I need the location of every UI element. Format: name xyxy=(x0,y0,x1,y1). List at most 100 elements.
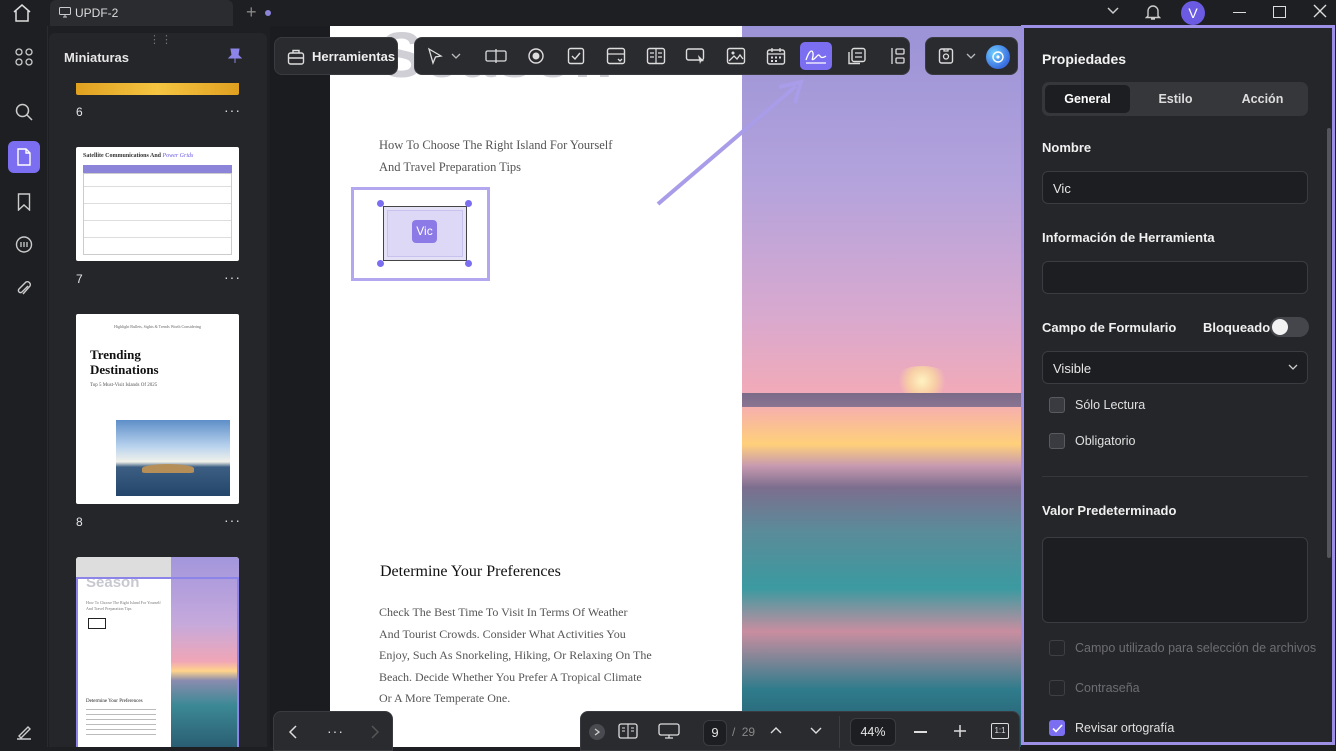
resize-handle[interactable] xyxy=(377,260,384,267)
attachment-icon[interactable] xyxy=(8,273,40,305)
page-up-icon[interactable] xyxy=(770,726,782,734)
section-heading: Determine Your Preferences xyxy=(380,563,561,580)
collapse-arrow-icon[interactable] xyxy=(589,724,605,740)
toolbox-icon xyxy=(287,48,305,66)
chevron-down-icon[interactable] xyxy=(1106,6,1120,16)
page-subtitle-line1: How To Choose The Right Island For Yours… xyxy=(379,138,613,152)
field-name-badge: Vic xyxy=(412,220,437,243)
tab-style[interactable]: Estilo xyxy=(1133,85,1218,113)
page-number-input[interactable]: 9 xyxy=(703,720,727,746)
next-arrow-icon[interactable] xyxy=(370,725,380,739)
thumb7-table xyxy=(83,173,232,255)
thumb8-title-line1: Trending xyxy=(90,347,141,362)
zoom-out-button[interactable] xyxy=(914,731,927,733)
close-button[interactable] xyxy=(1313,4,1327,18)
unsaved-dot-icon xyxy=(265,10,271,16)
default-value-label: Valor Predeterminado xyxy=(1042,503,1177,518)
tooltip-input[interactable] xyxy=(1042,261,1308,294)
minimize-button[interactable] xyxy=(1233,12,1246,13)
zoom-in-button[interactable] xyxy=(953,724,967,738)
more-button[interactable]: ··· xyxy=(327,723,344,739)
image-field-icon[interactable] xyxy=(722,42,750,70)
tools-button[interactable]: Herramientas xyxy=(274,37,398,75)
monitor-icon xyxy=(59,7,71,18)
resize-handle[interactable] xyxy=(377,200,384,207)
required-checkbox[interactable] xyxy=(1049,433,1065,449)
spellcheck-checkbox[interactable] xyxy=(1049,720,1065,736)
thumbnail-more-button[interactable]: ··· xyxy=(224,269,241,285)
resize-handle[interactable] xyxy=(465,260,472,267)
list-box-icon[interactable] xyxy=(642,42,670,70)
thumbnail-page-7[interactable]: Satellite Communications And Power Grids xyxy=(76,147,239,261)
pin-icon[interactable] xyxy=(228,48,242,64)
ai-assistant-icon[interactable] xyxy=(986,45,1010,69)
section-paragraph: Check The Best Time To Visit In Terms Of… xyxy=(379,602,679,710)
bell-icon[interactable] xyxy=(1145,3,1161,21)
paragraph-line: Check The Best Time To Visit In Terms Of… xyxy=(379,605,628,619)
thumbnail-more-button[interactable]: ··· xyxy=(224,512,241,528)
thumbnails-page-icon[interactable] xyxy=(8,141,40,173)
previous-arrow-icon[interactable] xyxy=(288,725,298,739)
select-cursor-icon[interactable] xyxy=(421,42,449,70)
signature-field[interactable]: Vic xyxy=(383,206,467,261)
combo-box-icon[interactable] xyxy=(602,42,630,70)
readonly-checkbox[interactable] xyxy=(1049,397,1065,413)
home-icon[interactable] xyxy=(12,4,32,22)
actual-size-button[interactable]: 1:1 xyxy=(991,723,1009,739)
readonly-label: Sólo Lectura xyxy=(1075,398,1146,412)
zoom-level-input[interactable]: 44% xyxy=(850,718,896,746)
search-icon[interactable] xyxy=(8,96,40,128)
tooltip-label: Información de Herramienta xyxy=(1042,230,1215,245)
thumbnail-page-9[interactable]: Season How To Choose The Right Island Fo… xyxy=(76,557,239,747)
maximize-button[interactable] xyxy=(1273,6,1286,18)
file-select-checkbox[interactable] xyxy=(1049,640,1065,656)
password-checkbox[interactable] xyxy=(1049,680,1065,696)
signature-field-icon[interactable] xyxy=(800,42,832,70)
tab-action[interactable]: Acción xyxy=(1220,85,1305,113)
visibility-select[interactable]: Visible xyxy=(1042,351,1308,384)
locked-toggle[interactable] xyxy=(1270,317,1309,337)
properties-title: Propiedades xyxy=(1042,51,1127,67)
checkbox-icon[interactable] xyxy=(562,42,590,70)
thumbnail-panel: ⋮⋮ Miniaturas 6 ··· Satellite Communicat… xyxy=(49,33,267,747)
page-number: 6 xyxy=(76,105,83,119)
duplicate-field-icon[interactable] xyxy=(843,42,871,70)
comment-icon[interactable] xyxy=(8,229,40,261)
title-bar: UPDF-2 + V xyxy=(0,0,1336,26)
name-input[interactable]: Vic xyxy=(1042,171,1308,204)
radio-button-icon[interactable] xyxy=(522,42,550,70)
resize-handle[interactable] xyxy=(465,200,472,207)
thumbnail-page-6[interactable] xyxy=(76,83,239,95)
apps-grid-icon[interactable] xyxy=(8,41,40,73)
thumbnail-page-8[interactable]: Highlight Bullets, Sights & Trends Worth… xyxy=(76,314,239,504)
island-silhouette xyxy=(742,393,1021,407)
new-tab-button[interactable]: + xyxy=(246,2,257,23)
date-field-icon[interactable] xyxy=(762,42,790,70)
thumbnails-title: Miniaturas xyxy=(64,50,130,65)
bookmark-icon[interactable] xyxy=(8,186,40,218)
left-rail xyxy=(0,26,48,747)
divider xyxy=(1042,476,1308,477)
thumb9-viewport-frame xyxy=(76,577,239,747)
panel-drag-handle[interactable]: ⋮⋮ xyxy=(149,33,173,46)
edit-sign-icon[interactable] xyxy=(8,716,40,748)
signature-field-selection[interactable]: Vic xyxy=(351,187,490,281)
required-label: Obligatorio xyxy=(1075,434,1136,448)
thumbnail-more-button[interactable]: ··· xyxy=(224,102,241,118)
button-field-icon[interactable] xyxy=(682,42,710,70)
page-down-icon[interactable] xyxy=(810,727,822,735)
default-value-textarea[interactable] xyxy=(1042,537,1308,623)
chevron-down-icon[interactable] xyxy=(966,52,976,60)
align-fields-icon[interactable] xyxy=(883,42,911,70)
tab-general[interactable]: General xyxy=(1045,85,1130,113)
ocr-scan-icon[interactable] xyxy=(932,42,960,70)
user-avatar[interactable]: V xyxy=(1181,1,1205,25)
chevron-down-icon[interactable] xyxy=(451,52,461,60)
presentation-icon[interactable] xyxy=(658,723,680,739)
document-tab[interactable]: UPDF-2 xyxy=(50,0,271,26)
panel-scrollbar[interactable] xyxy=(1327,128,1331,558)
thumb8-header: Highlight Bullets, Sights & Trends Worth… xyxy=(113,324,202,329)
thumb8-title-line2: Destinations xyxy=(90,362,159,377)
text-field-icon[interactable] xyxy=(482,42,510,70)
page-layout-icon[interactable] xyxy=(618,723,638,739)
